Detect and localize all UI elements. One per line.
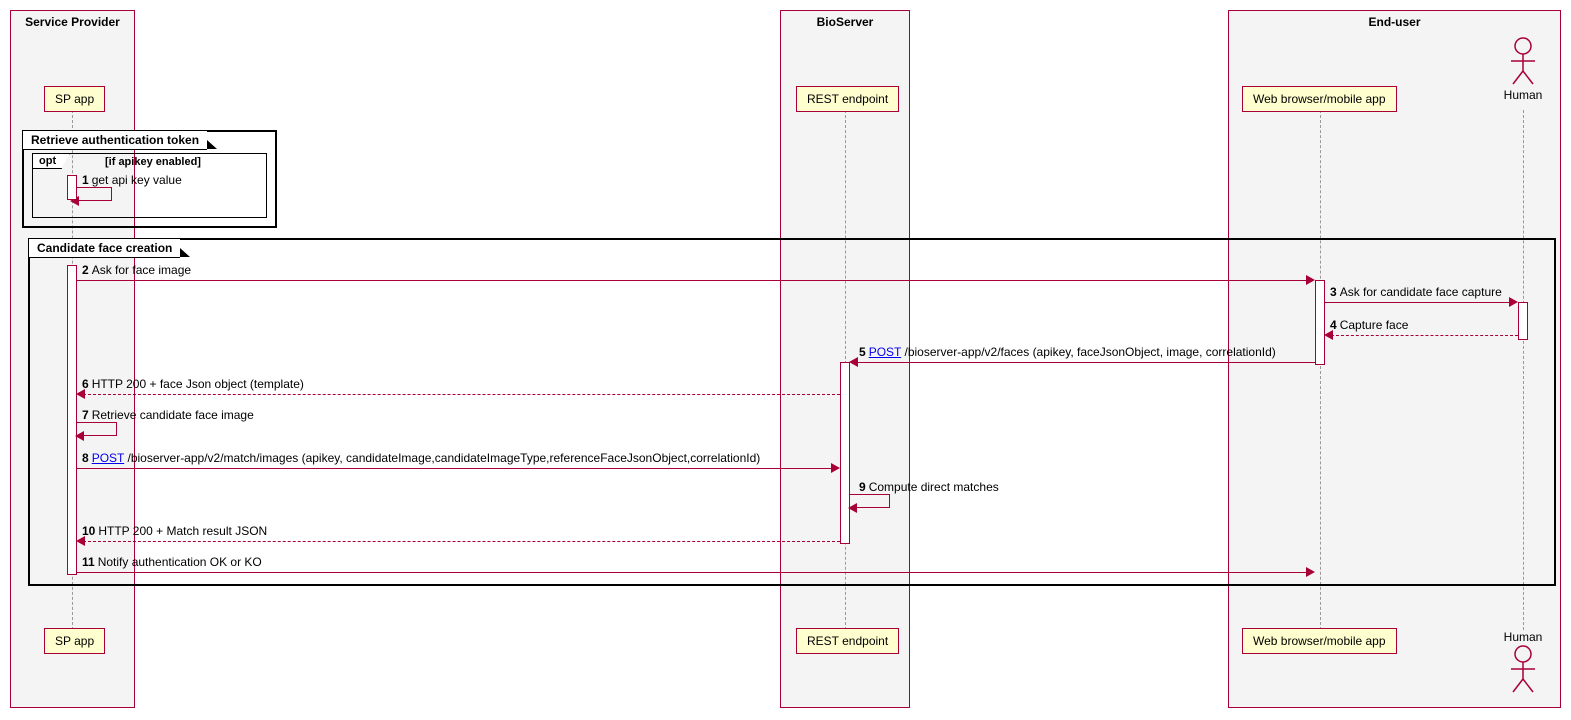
- sp-app-box-top: SP app: [44, 86, 105, 112]
- activation-human: [1518, 302, 1528, 340]
- msg-11-head: [1306, 567, 1315, 577]
- actor-icon-bottom: [1503, 644, 1543, 694]
- msg-2-head: [1306, 275, 1315, 285]
- msg-1: 1get api key value: [82, 173, 182, 187]
- opt-label: opt: [32, 153, 62, 169]
- msg-7-head: [75, 431, 84, 441]
- msg-4-line: [1326, 335, 1518, 336]
- msg-2: 2Ask for face image: [82, 263, 191, 277]
- msg-5-line: [851, 362, 1315, 363]
- msg-10-head: [76, 536, 85, 546]
- msg-3-line: [1325, 302, 1516, 303]
- rest-box-top: REST endpoint: [796, 86, 899, 112]
- activation-sp-2: [67, 265, 77, 575]
- webapp-box-top: Web browser/mobile app: [1242, 86, 1397, 112]
- participant-eu-title: End-user: [1229, 11, 1560, 33]
- actor-icon: [1503, 36, 1543, 86]
- msg-8-head: [831, 463, 840, 473]
- msg-3-head: [1509, 297, 1518, 307]
- opt-guard: [if apikey enabled]: [105, 156, 201, 168]
- participant-bio-title: BioServer: [781, 11, 909, 33]
- sp-app-box-bottom: SP app: [44, 628, 105, 654]
- post-link-2[interactable]: POST: [92, 451, 124, 465]
- group-candidate-label: Candidate face creation: [28, 238, 180, 258]
- participant-sp-title: Service Provider: [11, 11, 134, 33]
- msg-6-head: [76, 389, 85, 399]
- activation-sp-1: [67, 175, 77, 200]
- msg-9-head: [848, 503, 857, 513]
- msg-11: 11Notify authentication OK or KO: [82, 555, 262, 569]
- msg-10-line: [78, 541, 840, 542]
- msg-9: 9Compute direct matches: [859, 480, 999, 494]
- rest-box-bottom: REST endpoint: [796, 628, 899, 654]
- msg-6-line: [78, 394, 840, 395]
- webapp-box-bottom: Web browser/mobile app: [1242, 628, 1397, 654]
- msg-10: 10HTTP 200 + Match result JSON: [82, 524, 267, 538]
- msg-4: 4Capture face: [1330, 318, 1408, 332]
- msg-11-line: [77, 572, 1313, 573]
- activation-eu-app: [1315, 280, 1325, 365]
- msg-8-line: [77, 468, 838, 469]
- msg-3: 3Ask for candidate face capture: [1330, 285, 1502, 299]
- msg-5-head: [849, 357, 858, 367]
- msg-7: 7Retrieve candidate face image: [82, 408, 254, 422]
- msg-5: 5POST /bioserver-app/v2/faces (apikey, f…: [859, 345, 1276, 359]
- msg-4-head: [1324, 330, 1333, 340]
- msg-2-line: [77, 280, 1313, 281]
- activation-bio: [840, 362, 850, 544]
- actor-human-bottom: Human: [1503, 628, 1543, 694]
- post-link-1[interactable]: POST: [869, 345, 901, 359]
- msg-6: 6HTTP 200 + face Json object (template): [82, 377, 304, 391]
- actor-label-top: Human: [1503, 88, 1543, 102]
- actor-human-top: Human: [1503, 36, 1543, 102]
- msg-8: 8POST /bioserver-app/v2/match/images (ap…: [82, 451, 760, 465]
- sequence-diagram: Service Provider BioServer End-user SP a…: [10, 10, 1561, 710]
- actor-label-bottom: Human: [1503, 630, 1543, 644]
- group-auth-label: Retrieve authentication token: [22, 130, 207, 150]
